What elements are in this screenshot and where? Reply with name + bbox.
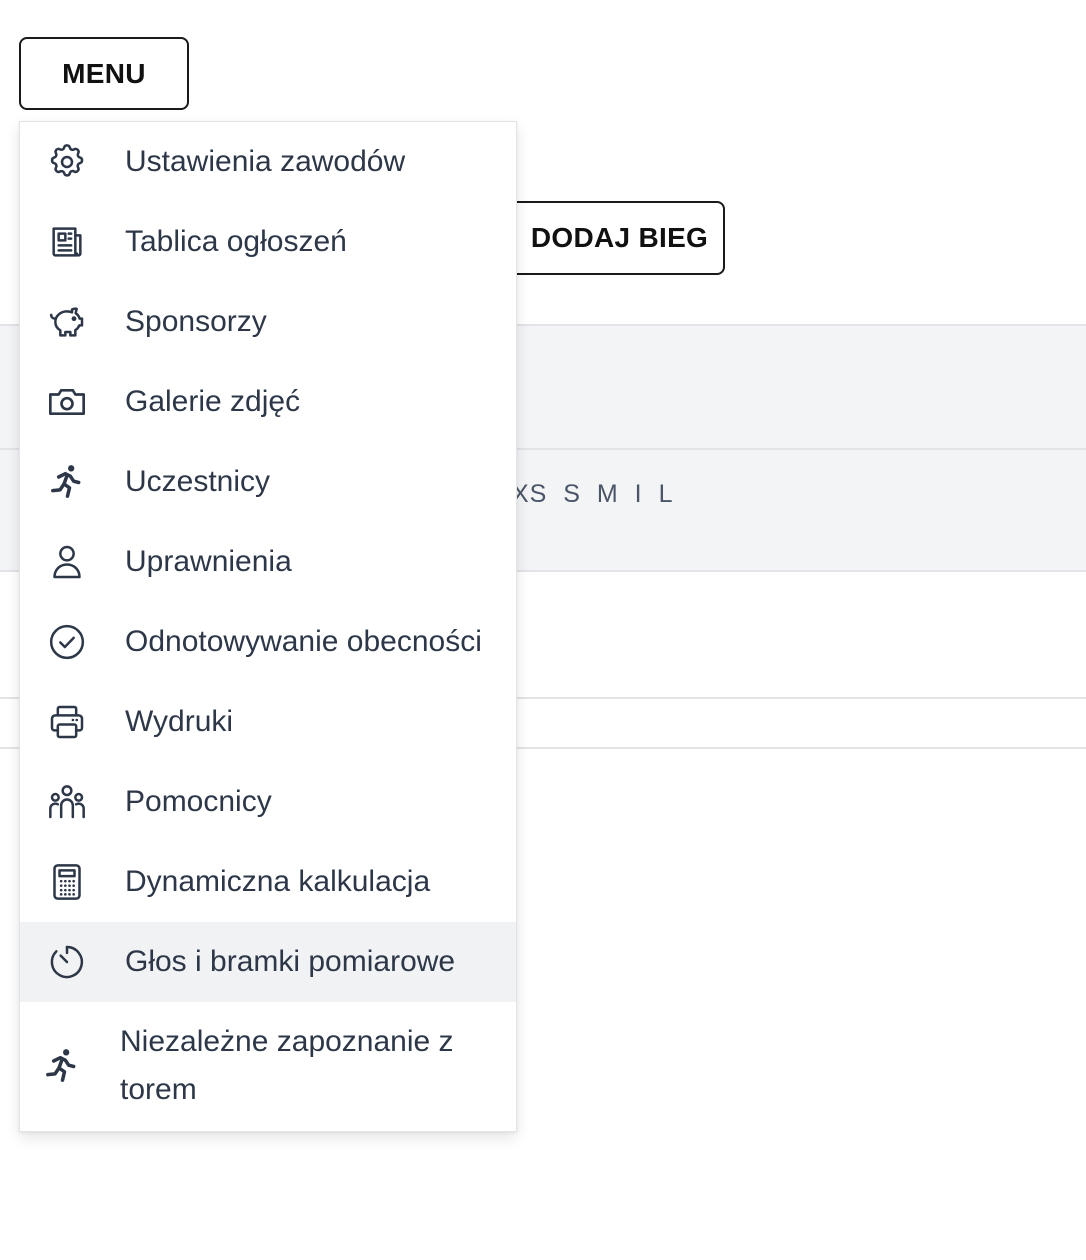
user-icon — [45, 542, 89, 582]
printer-icon — [45, 702, 89, 742]
calculator-icon — [45, 862, 89, 902]
piggy-bank-icon — [45, 302, 89, 342]
menu-item-label: Uczestnicy — [125, 465, 271, 498]
timer-icon — [45, 942, 89, 982]
menu-item-ustawienia-zawodow[interactable]: Ustawienia zawodów — [20, 122, 516, 202]
menu-item-label: Tablica ogłoszeń — [125, 225, 347, 258]
menu-item-galerie-zdjec[interactable]: Galerie zdjęć — [20, 362, 516, 442]
menu-item-odnotowywanie-obecnosci[interactable]: Odnotowywanie obecności — [20, 602, 516, 682]
menu-item-label: Głos i bramki pomiarowe — [125, 945, 456, 978]
menu-item-label: Uprawnienia — [125, 545, 292, 578]
newspaper-icon — [45, 222, 89, 262]
menu-item-niezalezne-zapoznanie[interactable]: Niezależne zapoznanie z torem — [20, 1002, 516, 1132]
menu-item-uprawnienia[interactable]: Uprawnienia — [20, 522, 516, 602]
menu-item-label: Odnotowywanie obecności — [125, 625, 482, 658]
menu-item-label: Dynamiczna kalkulacja — [125, 865, 431, 898]
menu-item-glos-i-bramki[interactable]: Głos i bramki pomiarowe — [20, 922, 516, 1002]
gear-icon — [45, 142, 89, 182]
check-circle-icon — [45, 622, 89, 662]
menu-item-label: Sponsorzy — [125, 305, 267, 338]
menu-item-uczestnicy[interactable]: Uczestnicy — [20, 442, 516, 522]
menu-item-tablica-ogloszen[interactable]: Tablica ogłoszeń — [20, 202, 516, 282]
menu-dropdown: Ustawienia zawodów Tablica ogłoszeń Spon… — [19, 121, 517, 1132]
runner-icon — [40, 1046, 84, 1086]
menu-item-dynamiczna-kalkulacja[interactable]: Dynamiczna kalkulacja — [20, 842, 516, 922]
people-icon — [45, 782, 89, 822]
camera-icon — [45, 382, 89, 422]
menu-item-label: Niezależne zapoznanie z torem — [120, 1025, 454, 1106]
menu-item-pomocnicy[interactable]: Pomocnicy — [20, 762, 516, 842]
runner-icon — [45, 462, 89, 502]
sizes-text: XS S M I L — [512, 480, 674, 508]
menu-item-label: Ustawienia zawodów — [125, 145, 406, 178]
menu-button[interactable]: MENU — [19, 37, 189, 110]
menu-item-sponsorzy[interactable]: Sponsorzy — [20, 282, 516, 362]
menu-item-label: Pomocnicy — [125, 785, 272, 818]
menu-item-label: Wydruki — [125, 705, 234, 738]
menu-item-label: Galerie zdjęć — [125, 385, 301, 418]
menu-item-wydruki[interactable]: Wydruki — [20, 682, 516, 762]
